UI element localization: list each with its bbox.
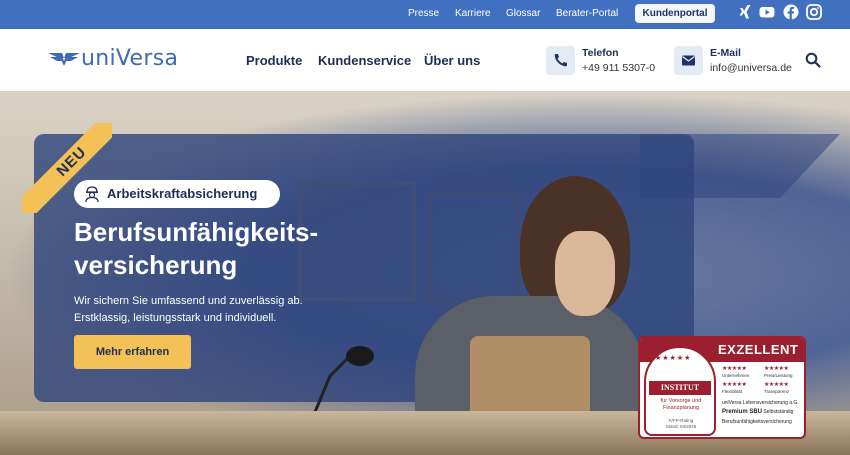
xing-icon[interactable]: [737, 4, 753, 20]
seal-sub-line: für Vorsorge und: [660, 398, 702, 404]
phone-icon-box[interactable]: [546, 46, 575, 75]
hero-headline: Berufsunfähigkeits- versicherung: [74, 216, 364, 282]
seal-institute-sub: für Vorsorge und Finanzplanung: [648, 398, 714, 412]
universa-logo[interactable]: uniVersa: [47, 46, 179, 71]
rating-seal[interactable]: EXZELLENT ★★★★★ INSTITUT für Vorsorge un…: [638, 336, 806, 439]
link-berater-portal[interactable]: Berater-Portal: [556, 8, 618, 19]
phone-label: Telefon: [582, 47, 619, 59]
link-glossar[interactable]: Glossar: [506, 8, 540, 19]
phone-number[interactable]: +49 911 5307-0: [582, 62, 655, 74]
seal-company: uniVersa Lebensversicherung a.G.: [722, 400, 799, 406]
link-karriere[interactable]: Karriere: [455, 8, 491, 19]
seal-institute-emblem: ★★★★★ INSTITUT für Vorsorge und Finanzpl…: [644, 346, 716, 436]
seal-stars: ★★★★★: [655, 355, 692, 362]
main-header: uniVersa Produkte Kundenservice Über uns…: [0, 29, 850, 91]
mail-icon: [682, 55, 695, 66]
logo-text: uniVersa: [81, 46, 179, 71]
nav-produkte[interactable]: Produkte: [246, 53, 302, 68]
seal-institute-name: INSTITUT: [649, 381, 711, 395]
seal-product-name: Premium SBU: [722, 409, 763, 415]
phone-icon: [554, 54, 567, 67]
seal-criterion: ★★★★★ Transparenz: [764, 382, 790, 394]
instagram-icon[interactable]: [806, 4, 822, 20]
seal-rating: EXZELLENT: [718, 342, 799, 357]
hero-subline-line: Wir sichern Sie umfassend und zuverlässi…: [74, 295, 303, 307]
email-icon-box[interactable]: [674, 46, 703, 75]
seal-category: Berufsunfähigkeitsversicherung: [722, 419, 792, 425]
email-address[interactable]: info@universa.de: [710, 62, 792, 74]
seal-product: Premium SBU Selbstständig: [722, 409, 804, 416]
seal-date-line: Stand: 04/2025: [665, 424, 697, 429]
youtube-icon[interactable]: [759, 4, 775, 20]
new-badge-text: NEU: [53, 143, 90, 180]
hero-banner: NEU Arbeitskraftabsicherung Berufsunfähi…: [0, 91, 850, 455]
category-tag: Arbeitskraftabsicherung: [74, 180, 280, 208]
category-tag-label: Arbeitskraftabsicherung: [107, 186, 258, 201]
email-label: E-Mail: [710, 47, 741, 59]
hero-subline-line: Erstklassig, leistungsstark und individu…: [74, 312, 277, 324]
seal-date: IVFP-Rating Stand: 04/2025: [648, 418, 714, 430]
seal-criterion: ★★★★★ Unternehmen: [722, 366, 750, 378]
seal-sub-line: Finanzplanung: [662, 405, 700, 411]
seal-criterion: ★★★★★ Flexibilität: [722, 382, 747, 394]
facebook-icon[interactable]: [783, 4, 799, 20]
woman-face: [555, 231, 615, 316]
top-bar: Presse Karriere Glossar Berater-Portal K…: [0, 0, 850, 29]
seal-product-variant: Selbstständig: [763, 409, 794, 415]
seal-criterion: ★★★★★ Preis/Leistung: [764, 366, 793, 378]
nav-ueber-uns[interactable]: Über uns: [424, 53, 480, 68]
link-presse[interactable]: Presse: [408, 8, 439, 19]
nav-kundenservice[interactable]: Kundenservice: [318, 53, 411, 68]
hero-headline-line: Berufsunfähigkeits-: [74, 217, 319, 247]
kundenportal-button[interactable]: Kundenportal: [635, 4, 715, 23]
mehr-erfahren-button[interactable]: Mehr erfahren: [74, 335, 191, 369]
hero-headline-line: versicherung: [74, 250, 238, 280]
hero-subline: Wir sichern Sie umfassend und zuverlässi…: [74, 293, 334, 327]
search-icon[interactable]: [805, 52, 821, 68]
wings-icon: [48, 53, 80, 66]
worker-icon: [85, 186, 99, 203]
